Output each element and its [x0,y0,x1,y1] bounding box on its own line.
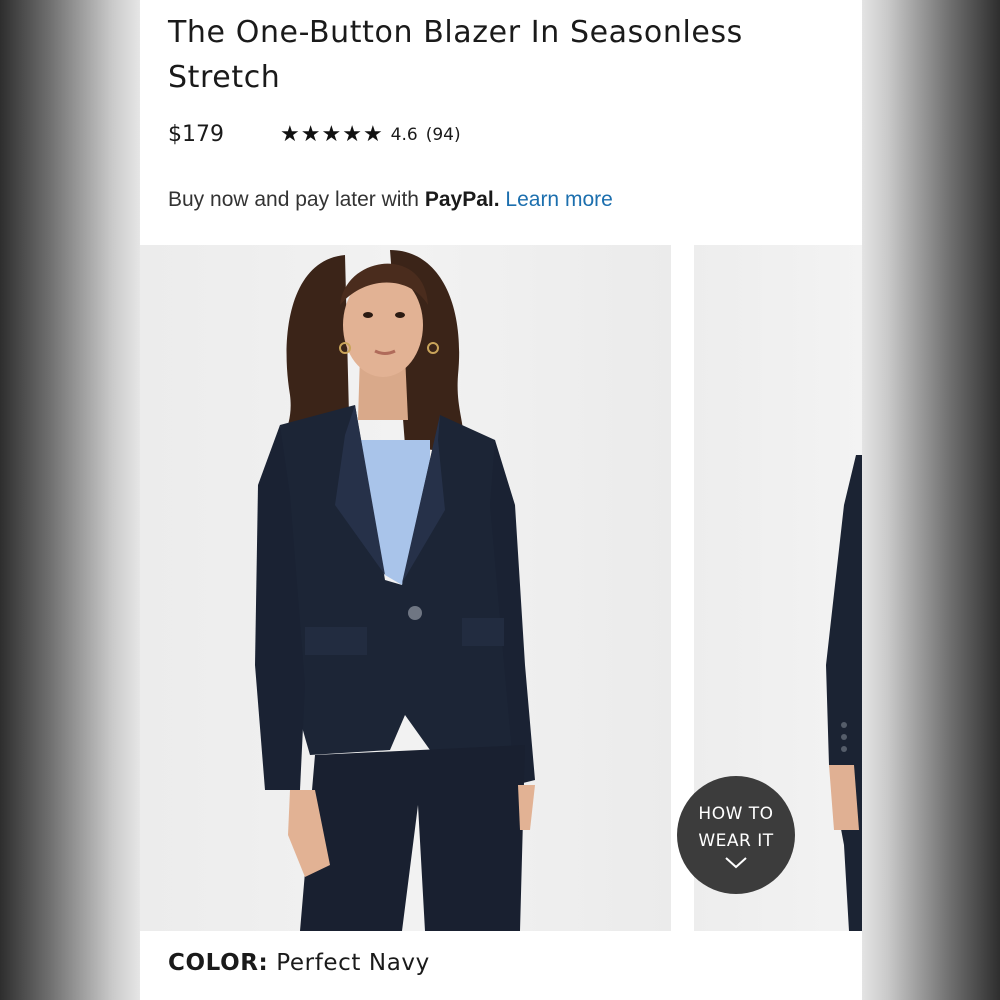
rating-stars: ★ ★ ★ ★ ★ [280,124,383,146]
color-label: COLOR: [168,950,269,976]
color-value: Perfect Navy [276,950,430,976]
paypal-message: Buy now and pay later with PayPal. Learn… [168,188,613,212]
star-icon: ★ [342,122,362,147]
product-title: The One-Button Blazer In Seasonless Stre… [168,15,743,95]
how-to-wear-line2: WEAR IT [698,831,774,851]
backdrop-right [860,0,1000,1000]
product-rating[interactable]: ★ ★ ★ ★ ★ 4.6 (94) [280,124,461,146]
product-page: The One-Button Blazer In Seasonless Stre… [140,0,862,1000]
rating-value: 4.6 [390,125,418,145]
how-to-wear-button[interactable]: HOW TO WEAR IT [677,776,795,894]
product-price: $179 [168,122,224,147]
color-selection: COLOR: Perfect Navy [168,950,430,976]
star-icon: ★ [362,122,383,147]
paypal-brand: PayPal. [424,188,500,211]
how-to-wear-line1: HOW TO [698,804,774,824]
backdrop-left [0,0,140,1000]
paypal-text: Buy now and pay later with [168,188,419,211]
review-count[interactable]: (94) [426,125,461,145]
learn-more-link[interactable]: Learn more [505,188,612,211]
star-icon: ★ [300,122,321,147]
product-image-main[interactable] [140,245,671,931]
star-icon: ★ [280,122,300,147]
chevron-down-icon [725,857,747,869]
star-icon: ★ [321,122,342,147]
model-photo [255,250,535,931]
